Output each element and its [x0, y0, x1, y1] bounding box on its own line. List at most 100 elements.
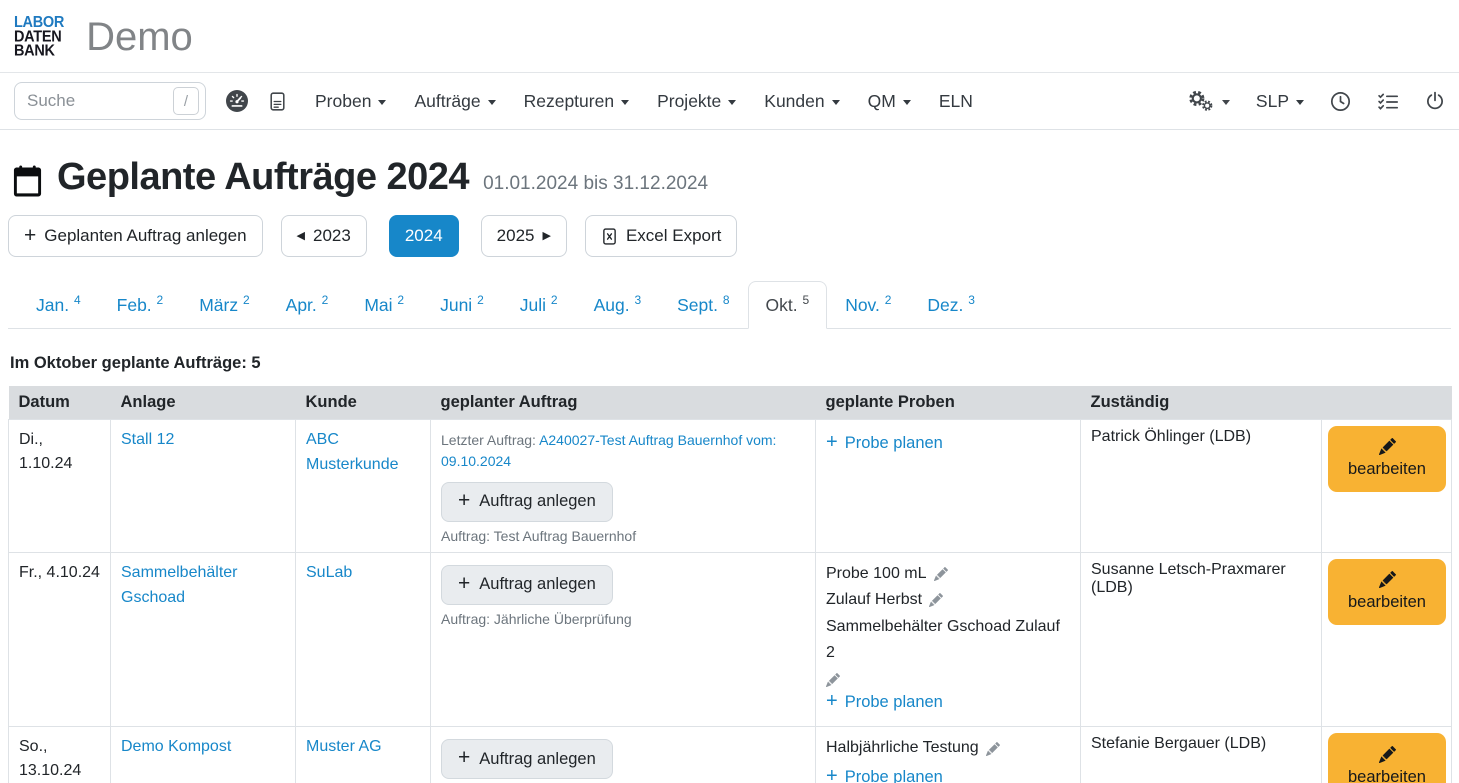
tab-month-mai[interactable]: Mai 2 — [346, 281, 422, 329]
planned-sample-label: Probe 100 mL — [826, 561, 927, 587]
nav-slp-menu[interactable]: SLP — [1256, 91, 1304, 112]
month-count-badge: 3 — [634, 293, 641, 307]
planned-orders-table: Datum Anlage Kunde geplanter Auftrag gep… — [8, 386, 1452, 783]
kunde-link[interactable]: ABC Musterkunde — [306, 431, 399, 473]
tab-month-nov[interactable]: Nov. 2 — [827, 281, 909, 329]
tab-month-sept[interactable]: Sept. 8 — [659, 281, 747, 329]
cell-zustaendig: Patrick Öhlinger (LDB) — [1081, 419, 1322, 552]
tab-month-jan[interactable]: Jan. 4 — [18, 281, 99, 329]
nav-menu-rezepturen[interactable]: Rezepturen — [524, 91, 629, 112]
kunde-link[interactable]: Muster AG — [306, 738, 382, 755]
plan-sample-link[interactable]: + Probe planen — [826, 687, 943, 718]
anlage-link[interactable]: Sammelbehälter Gschoad — [121, 564, 238, 606]
cell-anlage: Demo Kompost — [111, 727, 296, 783]
caret-down-icon — [488, 100, 496, 105]
edit-button[interactable]: bearbeiten — [1328, 559, 1446, 625]
main-navbar: / ProbenAufträgeRezepturenProjekteKunden… — [0, 72, 1459, 130]
plan-sample-link[interactable]: +Probe planen — [826, 428, 943, 459]
plus-icon: + — [826, 426, 838, 459]
plan-sample-label: Probe planen — [845, 764, 943, 783]
table-row: Fr., 4.10.24Sammelbehälter Gschoad SuLab +… — [9, 552, 1452, 727]
create-order-button[interactable]: +Auftrag anlegen — [441, 482, 613, 522]
plus-icon: + — [826, 760, 838, 783]
order-note: Auftrag: Jährliche Überprüfung — [441, 611, 805, 627]
checklist-icon[interactable] — [1377, 91, 1399, 112]
create-order-button[interactable]: +Auftrag anlegen — [441, 565, 613, 605]
page-date-range: 01.01.2024 bis 31.12.2024 — [483, 173, 708, 195]
month-count-badge: 5 — [803, 293, 810, 307]
logo-line: BANK — [14, 44, 64, 58]
nav-menu-eln[interactable]: ELN — [939, 91, 973, 112]
cell-zustaendig: Stefanie Bergauer (LDB) — [1081, 727, 1322, 783]
cell-datum: Di., 1.10.24 — [9, 419, 111, 552]
pencil-icon[interactable] — [929, 593, 943, 607]
order-note: Auftrag: Test Auftrag Bauernhof — [441, 528, 805, 544]
table-header-row: Datum Anlage Kunde geplanter Auftrag gep… — [9, 386, 1452, 420]
prev-year-button[interactable]: ◀ 2023 — [281, 215, 367, 257]
settings-gears-icon[interactable] — [1188, 90, 1230, 113]
tab-month-feb[interactable]: Feb. 2 — [99, 281, 182, 329]
pencil-icon[interactable] — [934, 567, 948, 581]
month-count-badge: 8 — [723, 293, 730, 307]
tab-month-okt[interactable]: Okt. 5 — [748, 281, 828, 329]
create-order-label: Auftrag anlegen — [479, 575, 596, 594]
nav-menu-list: Proben Aufträge Rezepturen Projekte Kunden QM… — [315, 91, 973, 112]
anlage-link[interactable]: Stall 12 — [121, 431, 174, 448]
edit-button[interactable]: bearbeiten — [1328, 733, 1446, 783]
plan-sample-label: Probe planen — [845, 689, 943, 716]
nav-menu-kunden[interactable]: Kunden — [764, 91, 839, 112]
cell-datum: Fr., 4.10.24 — [9, 552, 111, 727]
pencil-icon[interactable] — [986, 742, 1000, 756]
anlage-link[interactable]: Demo Kompost — [121, 738, 231, 755]
file-text-icon[interactable] — [268, 91, 287, 112]
nav-menu-auftr-ge[interactable]: Aufträge — [414, 91, 495, 112]
create-order-label: Auftrag anlegen — [479, 492, 596, 511]
caret-down-icon — [378, 100, 386, 105]
tab-month-apr[interactable]: Apr. 2 — [268, 281, 347, 329]
cell-zustaendig: Susanne Letsch-Praxmarer (LDB) — [1081, 552, 1322, 727]
tab-month-aug[interactable]: Aug. 3 — [576, 281, 660, 329]
tab-month-juli[interactable]: Juli 2 — [502, 281, 576, 329]
nav-menu-label: Aufträge — [414, 91, 480, 112]
tab-month-dez[interactable]: Dez. 3 — [909, 281, 993, 329]
nav-menu-projekte[interactable]: Projekte — [657, 91, 736, 112]
plus-icon: + — [826, 685, 838, 718]
cell-datum: So., 13.10.24 — [9, 727, 111, 783]
planned-sample-label: Halbjährliche Testung — [826, 735, 979, 761]
current-year-label: 2024 — [405, 226, 443, 246]
nav-menu-label: Rezepturen — [524, 91, 614, 112]
planned-sample: Halbjährliche Testung — [826, 735, 1070, 761]
month-count-badge: 2 — [322, 293, 329, 307]
caret-down-icon — [832, 100, 840, 105]
current-year-button[interactable]: 2024 — [389, 215, 459, 257]
nav-menu-proben[interactable]: Proben — [315, 91, 386, 112]
kunde-link[interactable]: SuLab — [306, 564, 352, 581]
col-header-zustaendig: Zuständig — [1081, 386, 1322, 420]
cell-geplanter-auftrag: +Auftrag anlegen Auftrag: Jährliche Überp… — [431, 552, 816, 727]
cell-kunde: Muster AG — [296, 727, 431, 783]
slp-label: SLP — [1256, 91, 1289, 112]
create-planned-order-button[interactable]: + Geplanten Auftrag anlegen — [8, 215, 263, 257]
next-year-button[interactable]: 2025 ▶ — [481, 215, 567, 257]
tab-month-m-rz[interactable]: März 2 — [181, 281, 267, 329]
edit-button[interactable]: bearbeiten — [1328, 426, 1446, 492]
nav-menu-label: Kunden — [764, 91, 824, 112]
dashboard-icon[interactable] — [226, 90, 248, 112]
col-header-geplanter-auftrag: geplanter Auftrag — [431, 386, 816, 420]
nav-menu-qm[interactable]: QM — [868, 91, 911, 112]
power-icon[interactable] — [1425, 91, 1445, 111]
month-count-badge: 2 — [551, 293, 558, 307]
plus-icon: + — [24, 225, 36, 246]
create-order-button[interactable]: +Auftrag anlegen — [441, 739, 613, 779]
tab-month-juni[interactable]: Juni 2 — [422, 281, 502, 329]
cell-anlage: Stall 12 — [111, 419, 296, 552]
excel-export-button[interactable]: Excel Export — [585, 215, 737, 257]
clock-icon[interactable] — [1330, 91, 1351, 112]
plan-sample-link[interactable]: + Probe planen — [826, 762, 943, 783]
edit-button-label: bearbeiten — [1348, 768, 1426, 783]
month-count-badge: 2 — [885, 293, 892, 307]
cell-actions: bearbeiten — [1322, 552, 1452, 727]
cell-kunde: SuLab — [296, 552, 431, 727]
labordatenbank-logo[interactable]: LABOR DATEN BANK — [14, 16, 64, 58]
pencil-icon — [1379, 438, 1396, 455]
